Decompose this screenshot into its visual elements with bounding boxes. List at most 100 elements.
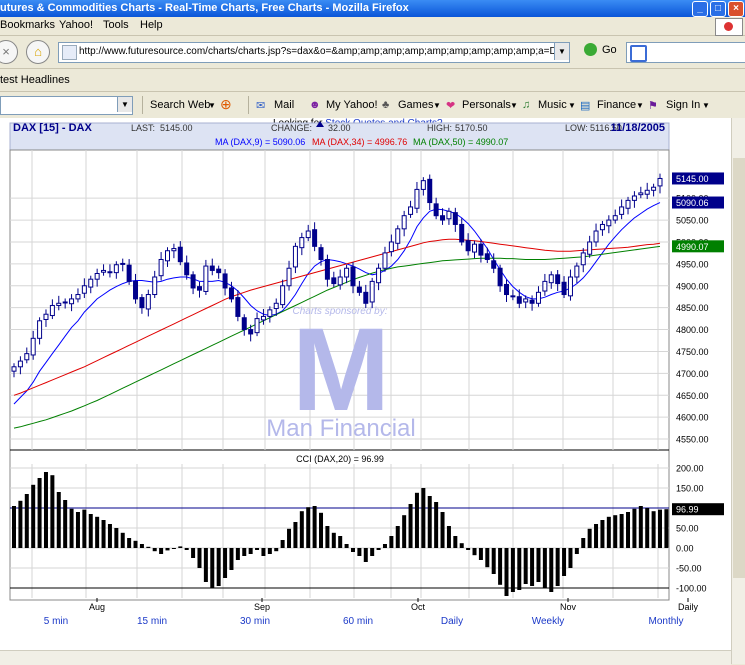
cci-bar — [363, 548, 368, 562]
games-dropdown-icon[interactable]: ▼ — [433, 101, 441, 110]
cci-bar — [267, 548, 272, 554]
timeframe-link[interactable]: 5 min — [44, 616, 68, 627]
finance-dropdown-icon[interactable]: ▼ — [636, 101, 644, 110]
cci-bar — [389, 536, 394, 548]
candle-down-body — [228, 287, 234, 300]
sign-in-dropdown-icon[interactable]: ▼ — [702, 101, 710, 110]
cci-bar — [184, 548, 189, 550]
candle-up-body — [651, 186, 657, 191]
high-value: 5170.50 — [455, 123, 488, 133]
menu-yahoo[interactable]: Yahoo! — [59, 19, 93, 31]
candle-up-body — [113, 264, 119, 274]
cci-bar — [510, 548, 515, 592]
menu-help[interactable]: Help — [140, 19, 163, 31]
cci-tick-label: 0.00 — [676, 544, 694, 554]
candle-down-body — [331, 277, 337, 285]
bookmark-headlines[interactable]: test Headlines — [0, 74, 70, 86]
url-input[interactable]: http://www.futuresource.com/charts/chart… — [58, 42, 570, 63]
timeframe-link[interactable]: 60 min — [343, 616, 373, 627]
go-icon[interactable] — [584, 43, 597, 56]
candle-up-body — [203, 265, 209, 292]
cci-bar — [370, 548, 375, 556]
personals-button[interactable]: Personals — [462, 99, 511, 111]
navigation-toolbar: × ⌂ http://www.futuresource.com/charts/c… — [0, 36, 745, 69]
candle-down-body — [433, 203, 439, 217]
cci-bar — [568, 548, 573, 568]
candle-up-body — [638, 192, 644, 196]
cci-bar — [402, 515, 407, 548]
chart-date: 11/18/2005 — [611, 122, 665, 134]
cci-bar — [427, 496, 432, 548]
x-axis-label: Daily — [678, 602, 699, 612]
maximize-button[interactable]: □ — [710, 1, 726, 17]
yahoo-search-input[interactable]: ▼ — [0, 96, 133, 115]
price-tick-label: 4850.00 — [676, 303, 709, 313]
candle-up-body — [260, 315, 266, 321]
music-button[interactable]: Music — [538, 99, 567, 111]
timeframe-link[interactable]: Monthly — [648, 616, 683, 627]
candle-up-body — [286, 267, 292, 287]
candle-up-body — [644, 189, 650, 195]
price-tick-label: 4700.00 — [676, 369, 709, 379]
toolbar-highlight-icon[interactable]: ⊕ — [220, 96, 232, 113]
finance-button[interactable]: Finance — [597, 99, 636, 111]
mail-button[interactable]: Mail — [274, 99, 294, 111]
search-web-button[interactable]: Search Web — [150, 99, 210, 111]
candle-up-body — [657, 177, 663, 187]
bookmarks-toolbar: test Headlines — [0, 69, 745, 92]
cci-bar — [555, 548, 560, 586]
timeframe-link[interactable]: 30 min — [240, 616, 270, 627]
price-tick-label: 4900.00 — [676, 281, 709, 291]
candle-down-body — [356, 286, 362, 293]
minimize-button[interactable]: _ — [692, 1, 708, 17]
candle-down-body — [318, 247, 324, 260]
music-dropdown-icon[interactable]: ▼ — [568, 101, 576, 110]
personals-dropdown-icon[interactable]: ▼ — [510, 101, 518, 110]
candle-up-body — [625, 199, 631, 209]
url-dropdown-icon[interactable]: ▼ — [554, 43, 569, 60]
cci-bar — [504, 548, 509, 596]
close-button[interactable]: × — [728, 1, 744, 17]
last-value: 5145.00 — [160, 123, 193, 133]
search-input[interactable] — [626, 42, 745, 63]
candle-down-body — [312, 229, 318, 247]
candle-down-body — [235, 297, 241, 317]
cci-bar — [107, 524, 112, 548]
throbber-icon — [715, 18, 743, 36]
go-button[interactable]: Go — [602, 44, 617, 56]
cci-bar — [498, 548, 503, 585]
candle-down-body — [177, 246, 183, 263]
games-button[interactable]: Games — [398, 99, 433, 111]
timeframe-link[interactable]: Daily — [441, 616, 463, 627]
cci-bar — [421, 488, 426, 548]
candle-down-body — [452, 212, 458, 225]
home-icon[interactable]: ⌂ — [26, 40, 50, 64]
cci-bar — [165, 548, 170, 551]
yahoo-search-dropdown-icon[interactable]: ▼ — [117, 97, 132, 112]
candle-up-body — [165, 250, 171, 262]
cci-bar — [203, 548, 208, 582]
cci-value-text: 96.99 — [676, 505, 699, 515]
menu-tools[interactable]: Tools — [103, 19, 129, 31]
scrollbar-thumb[interactable] — [733, 158, 745, 578]
search-web-dropdown-icon[interactable]: ▼ — [208, 101, 216, 110]
horizontal-scrollbar[interactable] — [0, 650, 731, 665]
cci-bar — [613, 515, 618, 548]
cci-tick-label: 150.00 — [676, 484, 704, 494]
candle-up-body — [388, 241, 394, 253]
ma9-legend: MA (DAX,9) = 5090.06 — [215, 137, 305, 147]
cci-bar — [235, 548, 240, 560]
sign-in-button[interactable]: Sign In — [666, 99, 700, 111]
cci-bar — [344, 544, 349, 548]
timeframe-link[interactable]: Weekly — [532, 616, 565, 627]
vertical-scrollbar[interactable] — [731, 118, 745, 664]
stop-icon[interactable]: × — [0, 40, 18, 64]
candle-down-body — [459, 223, 465, 243]
timeframe-link[interactable]: 15 min — [137, 616, 167, 627]
candle-up-body — [535, 291, 541, 304]
cci-bar — [37, 478, 42, 548]
my-yahoo-button[interactable]: My Yahoo! — [326, 99, 378, 111]
menu-bookmarks[interactable]: Bookmarks — [0, 19, 55, 31]
candle-up-body — [587, 241, 593, 255]
cci-tick-label: 50.00 — [676, 524, 699, 534]
